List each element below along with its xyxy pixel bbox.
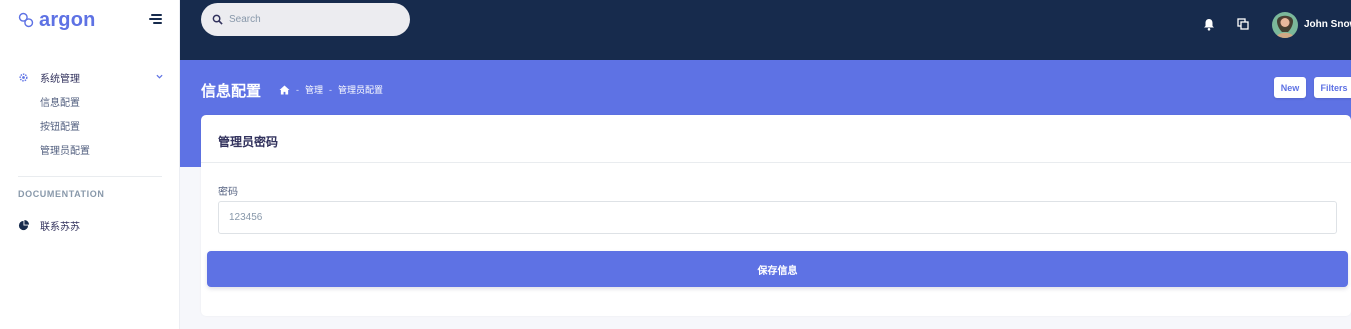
sidebar-item-label: 联系苏苏 bbox=[40, 221, 80, 233]
breadcrumb-separator: - bbox=[296, 84, 299, 95]
avatar[interactable] bbox=[1272, 12, 1298, 38]
breadcrumb-item: 管理员配置 bbox=[338, 85, 384, 95]
save-button[interactable]: 保存信息 bbox=[207, 251, 1348, 287]
top-navbar: John Snow bbox=[180, 0, 1351, 60]
documentation-heading: DOCUMENTATION bbox=[18, 189, 105, 199]
user-name[interactable]: John Snow bbox=[1304, 19, 1351, 30]
home-icon[interactable] bbox=[279, 84, 290, 95]
brand[interactable]: argon bbox=[17, 8, 96, 32]
sidebar-group-system: 系统管理 信息配置 按钮配置 管理员配置 bbox=[0, 68, 180, 164]
sidebar-item-system-management[interactable]: 系统管理 bbox=[0, 68, 180, 86]
sidenav-toggle-icon[interactable] bbox=[149, 14, 162, 24]
chevron-down-icon[interactable] bbox=[156, 73, 163, 80]
search-box[interactable] bbox=[201, 3, 410, 36]
card-divider bbox=[201, 162, 1351, 163]
sidebar-item-button-config[interactable]: 按钮配置 bbox=[0, 116, 180, 140]
breadcrumb-separator: - bbox=[329, 84, 333, 95]
page-title: 信息配置 bbox=[201, 83, 262, 100]
sidebar: argon 系统管理 信息配置 按钮配置 管理员配置 DOCUMENTATION bbox=[0, 0, 180, 329]
bell-icon[interactable] bbox=[1203, 18, 1215, 31]
card-title: 管理员密码 bbox=[218, 135, 279, 149]
search-icon bbox=[212, 14, 223, 25]
multiple-windows-icon[interactable] bbox=[1237, 18, 1249, 30]
sidebar-item-admin-config[interactable]: 管理员配置 bbox=[0, 140, 180, 164]
sidebar-item-contact[interactable]: 联系苏苏 bbox=[18, 217, 80, 233]
avatar-image bbox=[1272, 12, 1298, 38]
gear-icon bbox=[19, 72, 28, 82]
brand-name: argon bbox=[39, 8, 96, 31]
argon-logo-icon bbox=[18, 12, 34, 28]
password-label: 密码 bbox=[218, 187, 238, 198]
password-field[interactable] bbox=[218, 201, 1337, 234]
sidebar-item-label: 系统管理 bbox=[40, 73, 80, 85]
sidebar-submenu: 信息配置 按钮配置 管理员配置 bbox=[0, 92, 180, 164]
sidebar-divider bbox=[18, 176, 162, 177]
breadcrumb: - 管理 - 管理员配置 bbox=[279, 83, 383, 96]
filters-button[interactable]: Filters bbox=[1314, 77, 1351, 98]
sidebar-item-info-config[interactable]: 信息配置 bbox=[0, 92, 180, 116]
new-button[interactable]: New bbox=[1274, 77, 1306, 98]
breadcrumb-item[interactable]: 管理 bbox=[305, 83, 323, 96]
pie-chart-icon bbox=[18, 219, 29, 230]
search-input[interactable] bbox=[229, 14, 399, 25]
